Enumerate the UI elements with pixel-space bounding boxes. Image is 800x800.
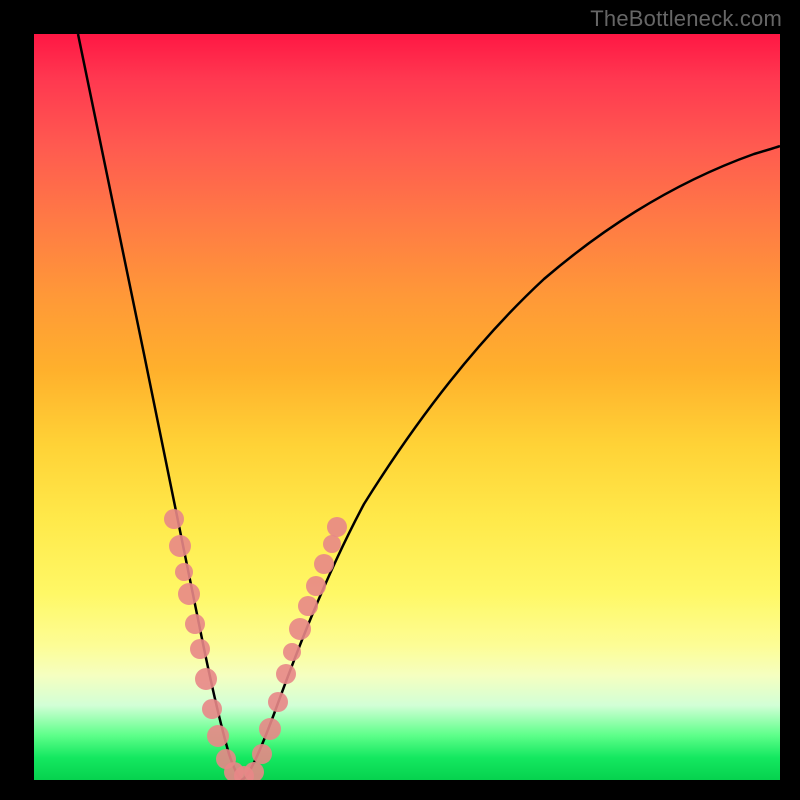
gradient-plot-area	[34, 34, 780, 780]
watermark-text: TheBottleneck.com	[590, 6, 782, 32]
